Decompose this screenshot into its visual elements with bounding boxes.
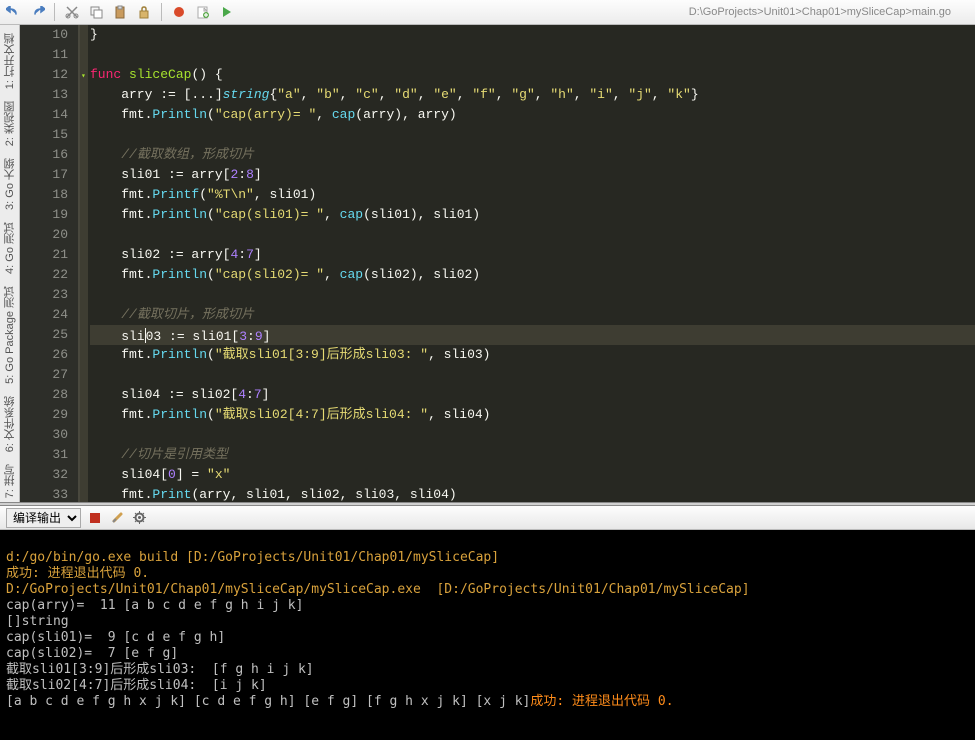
side-tab-filesystem[interactable]: 6: 文件系统 [0,392,20,456]
cut-icon[interactable] [63,3,81,21]
toolbar-separator [161,3,162,21]
side-tab-go-pkg-test[interactable]: 5: Go Package 测试 [0,282,20,388]
undo-icon[interactable] [4,3,22,21]
lock-icon[interactable] [135,3,153,21]
add-file-icon[interactable] [194,3,212,21]
output-toolbar: 编译输出 [0,506,975,530]
fold-column: ▾ [80,25,88,502]
side-tab-class-view[interactable]: 2: 类视图 [0,97,20,150]
output-console[interactable]: d:/go/bin/go.exe build [D:/GoProjects/Un… [0,530,975,740]
redo-icon[interactable] [28,3,46,21]
toolbar-separator [54,3,55,21]
stop-icon[interactable] [87,510,103,526]
run-icon[interactable] [218,3,236,21]
code-body[interactable]: }func sliceCap() { arry := [...]string{"… [90,25,975,502]
fold-marker-icon[interactable]: ▾ [81,71,87,77]
output-mode-select[interactable]: 编译输出 [6,508,81,528]
side-tab-spell[interactable]: 7: 拼写 [0,460,20,502]
side-tab-go-test[interactable]: 4: Go 测试 [0,218,20,278]
copy-icon[interactable] [87,3,105,21]
line-gutter: 1011121314151617181920212223242526272829… [20,25,80,502]
record-icon[interactable] [170,3,188,21]
settings-gear-icon[interactable] [131,510,147,526]
side-tab-strip: 1: 打开文档 2: 类视图 3: Go 大纲 4: Go 测试 5: Go P… [0,25,20,502]
top-toolbar: D:\GoProjects>Unit01>Chap01>mySliceCap>m… [0,0,975,25]
side-tab-go-outline[interactable]: 3: Go 大纲 [0,154,20,214]
paste-icon[interactable] [111,3,129,21]
side-tab-open-docs[interactable]: 1: 打开文档 [0,29,20,93]
breadcrumb: D:\GoProjects>Unit01>Chap01>mySliceCap>m… [689,6,951,18]
code-editor[interactable]: 1011121314151617181920212223242526272829… [20,25,975,502]
clear-output-icon[interactable] [109,510,125,526]
